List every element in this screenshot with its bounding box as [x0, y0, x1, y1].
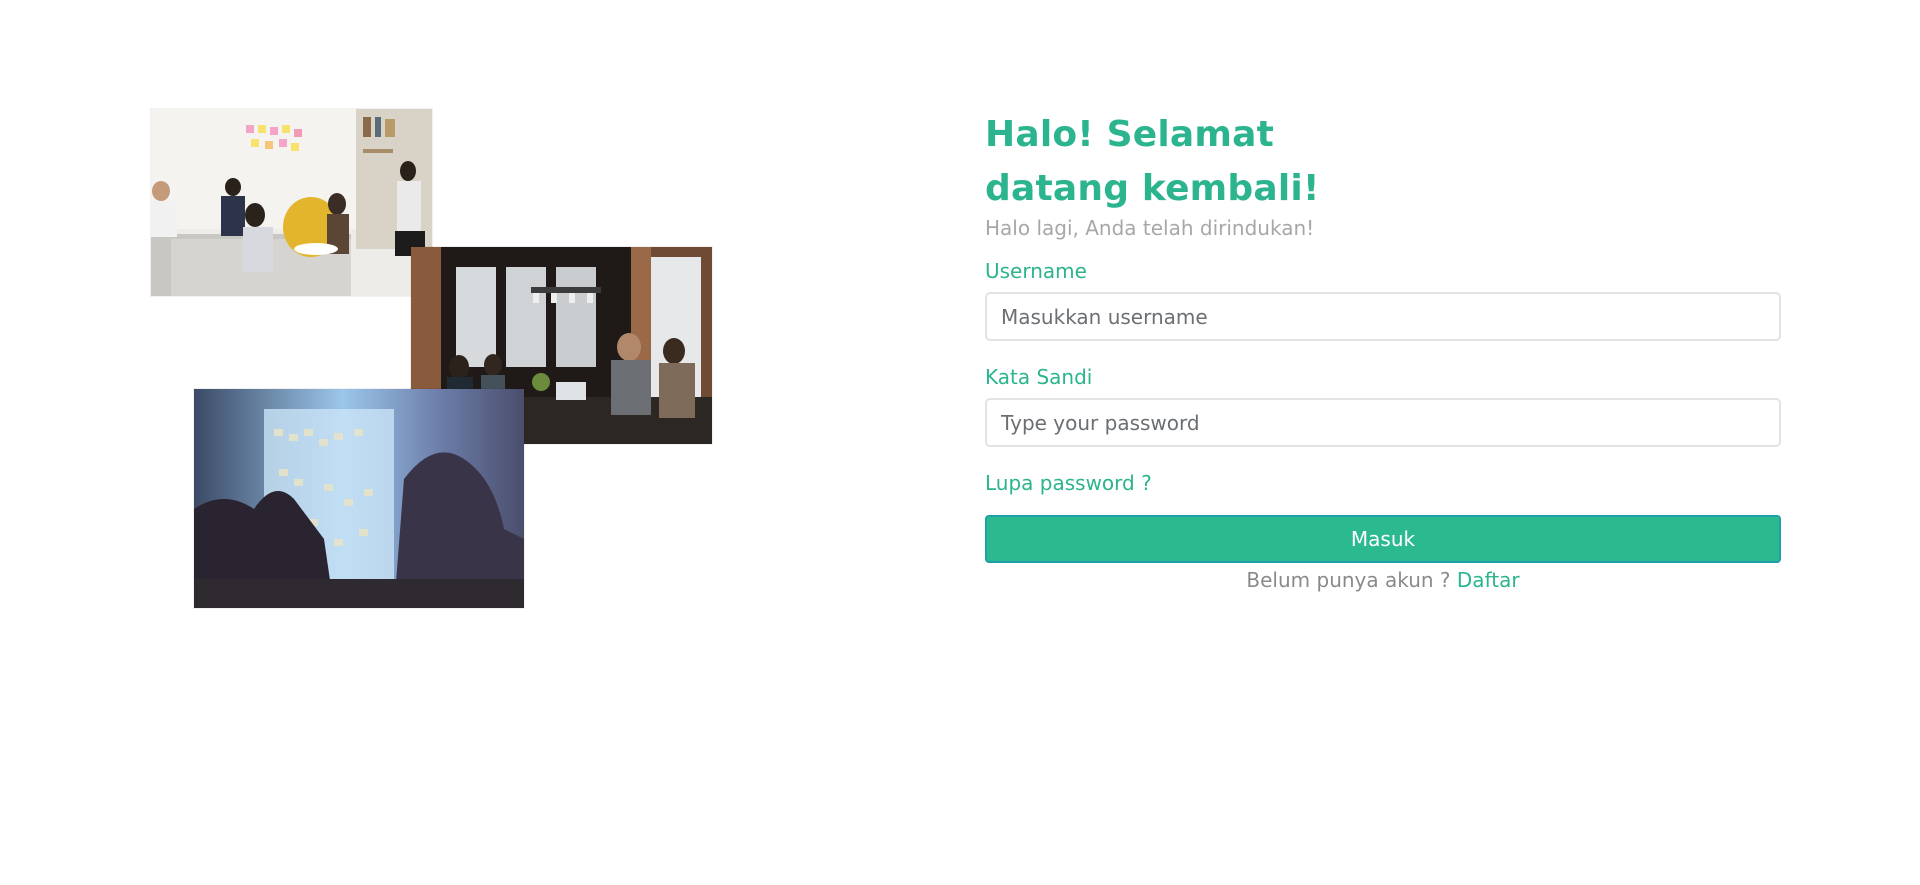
login-form: Halo! Selamat datang kembali! Halo lagi,… — [985, 108, 1781, 594]
password-label: Kata Sandi — [985, 365, 1093, 389]
login-button[interactable]: Masuk — [985, 515, 1781, 563]
username-label: Username — [985, 259, 1087, 283]
forgot-password-link[interactable]: Lupa password ? — [985, 469, 1152, 497]
username-input[interactable] — [985, 292, 1781, 341]
page-title: Halo! Selamat datang kembali! — [985, 114, 1320, 209]
login-page: Halo! Selamat datang kembali! Halo lagi,… — [0, 0, 1920, 885]
register-prompt: Belum punya akun ? Daftar — [985, 566, 1781, 594]
office-meeting-photo — [151, 109, 432, 296]
whiteboard-planning-photo — [194, 389, 524, 608]
register-link[interactable]: Daftar — [1457, 568, 1520, 592]
page-subtitle: Halo lagi, Anda telah dirindukan! — [985, 216, 1315, 240]
password-input[interactable] — [985, 398, 1781, 447]
register-prompt-text: Belum punya akun ? — [1246, 568, 1451, 592]
